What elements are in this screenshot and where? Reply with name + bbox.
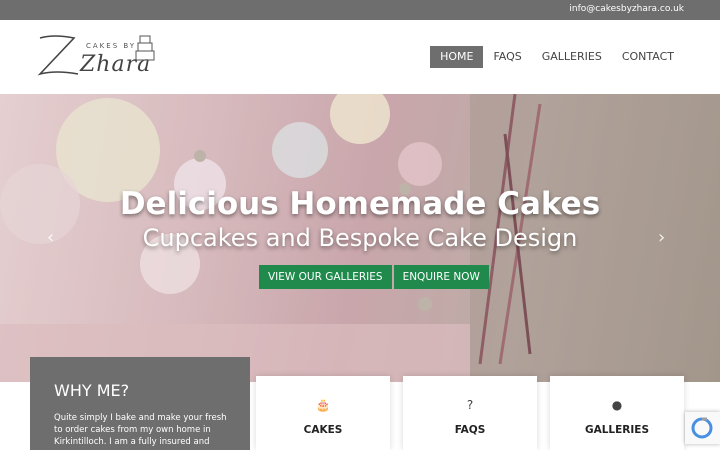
hero-buttons: VIEW OUR GALLERIES ENQUIRE NOW: [259, 265, 489, 289]
cakes-card[interactable]: 🎂 CAKES: [256, 376, 390, 450]
chevron-left-icon[interactable]: ‹: [47, 229, 61, 247]
view-galleries-button[interactable]: VIEW OUR GALLERIES: [259, 265, 392, 289]
recaptcha-badge[interactable]: [685, 412, 720, 444]
why-me-text: Quite simply I bake and make your fresh …: [54, 413, 227, 447]
birthday-cake-icon: 🎂: [315, 398, 331, 412]
hero-slider: Delicious Homemade Cakes Cupcakes and Be…: [0, 94, 720, 382]
chevron-right-icon[interactable]: ›: [658, 229, 672, 247]
cookie-icon: ●: [611, 398, 623, 412]
site-header: CAKES BY Zhara HOME FAQS GALLERIES CONTA…: [0, 20, 720, 94]
nav-home[interactable]: HOME: [430, 46, 484, 68]
question-icon: ?: [466, 398, 474, 412]
email-link[interactable]: info@cakesbyzhara.co.uk: [569, 4, 684, 14]
hero-subtitle: Cupcakes and Bespoke Cake Design: [142, 224, 578, 252]
galleries-card[interactable]: ● GALLERIES: [550, 376, 684, 450]
faqs-card-label: FAQS: [454, 424, 486, 436]
why-me-panel: WHY ME? Quite simply I bake and make you…: [30, 357, 250, 450]
why-me-title: WHY ME?: [54, 381, 130, 400]
main-nav: HOME FAQS GALLERIES CONTACT: [430, 46, 684, 68]
logo-tagline: CAKES BY: [86, 42, 137, 50]
faqs-card[interactable]: ? FAQS: [403, 376, 537, 450]
logo-z-icon: [37, 35, 79, 76]
galleries-card-label: GALLERIES: [584, 424, 650, 436]
logo-cake-icon: [135, 35, 155, 61]
cakes-card-label: CAKES: [303, 424, 343, 436]
hero-title: Delicious Homemade Cakes: [119, 186, 601, 222]
nav-faqs[interactable]: FAQS: [483, 46, 531, 68]
top-bar: info@cakesbyzhara.co.uk: [0, 0, 720, 20]
recaptcha-icon: [691, 417, 713, 439]
nav-galleries[interactable]: GALLERIES: [532, 46, 612, 68]
nav-contact[interactable]: CONTACT: [612, 46, 684, 68]
enquire-now-button[interactable]: ENQUIRE NOW: [393, 265, 489, 289]
site-logo[interactable]: CAKES BY Zhara: [34, 30, 160, 86]
